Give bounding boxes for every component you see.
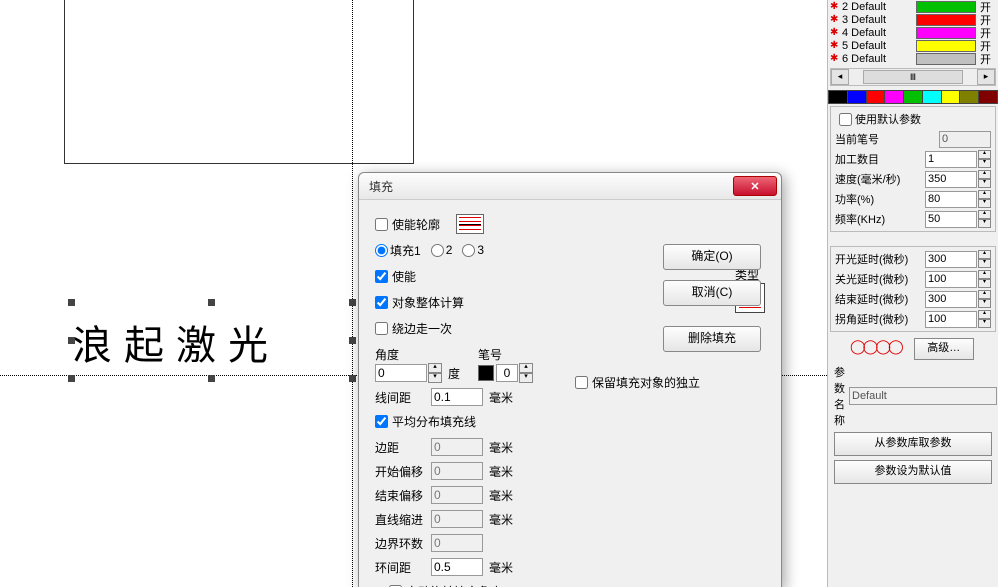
palette-color[interactable] [960, 90, 979, 104]
palette-color[interactable] [904, 90, 923, 104]
palette-color[interactable] [828, 90, 848, 104]
pen-label: 笔号 [478, 346, 533, 363]
layer-row[interactable]: ✱4 Default开 [828, 26, 998, 39]
use-default-checkbox[interactable] [839, 113, 852, 126]
palette-color[interactable] [867, 90, 886, 104]
delete-fill-button[interactable]: 删除填充 [663, 326, 761, 352]
palette-color[interactable] [942, 90, 961, 104]
fill3-radio[interactable] [462, 244, 475, 257]
freq-input[interactable] [925, 211, 977, 228]
angle-down[interactable]: ▾ [428, 373, 442, 383]
set-as-default-button[interactable]: 参数设为默认值 [834, 460, 992, 484]
handle-top-right[interactable] [349, 299, 356, 306]
margin-input [431, 438, 483, 456]
layer-star-icon: ✱ [830, 1, 842, 12]
scroll-thumb[interactable]: Ⅲ [863, 70, 963, 84]
layer-color-swatch[interactable] [916, 14, 976, 26]
around-once-checkbox[interactable] [375, 322, 388, 335]
layer-row[interactable]: ✱3 Default开 [828, 13, 998, 26]
pen-down[interactable]: ▾ [519, 373, 533, 383]
angle-up[interactable]: ▴ [428, 363, 442, 373]
layer-star-icon: ✱ [830, 27, 842, 38]
dialog-titlebar[interactable]: 填充 ✕ [359, 173, 781, 200]
artboard-rect [64, 0, 414, 164]
off-delay-input[interactable] [925, 271, 977, 288]
angle-label: 角度 [375, 346, 460, 363]
selection-box[interactable] [72, 303, 352, 378]
cancel-button[interactable]: 取消(C) [663, 280, 761, 306]
layer-row[interactable]: ✱6 Default开 [828, 52, 998, 65]
handle-bot-right[interactable] [349, 375, 356, 382]
pen-number[interactable]: 0 [496, 364, 518, 382]
palette-color[interactable] [848, 90, 867, 104]
layer-scrollbar[interactable]: ◂ Ⅲ ▸ [830, 68, 996, 86]
guide-vertical [352, 0, 353, 587]
enable-checkbox[interactable] [375, 270, 388, 283]
layer-star-icon: ✱ [830, 53, 842, 64]
close-button[interactable]: ✕ [733, 176, 777, 196]
handle-top-mid[interactable] [208, 299, 215, 306]
layer-color-swatch[interactable] [916, 40, 976, 52]
handle-mid-left[interactable] [68, 337, 75, 344]
scroll-left[interactable]: ◂ [831, 69, 849, 85]
keep-independent-checkbox[interactable] [575, 376, 588, 389]
load-from-library-button[interactable]: 从参数库取参数 [834, 432, 992, 456]
loop-spacing-input[interactable] [431, 558, 483, 576]
start-offset-input [431, 462, 483, 480]
layer-row[interactable]: ✱5 Default开 [828, 39, 998, 52]
rings-icon: ◯◯◯◯ [850, 338, 901, 355]
layer-color-swatch[interactable] [916, 27, 976, 39]
pen-color-swatch [478, 365, 494, 381]
layer-color-swatch[interactable] [916, 1, 976, 13]
enable-contour-label: 使能轮廓 [392, 216, 440, 233]
pen-up[interactable]: ▴ [519, 363, 533, 373]
dialog-title: 填充 [369, 178, 733, 195]
hatch-dialog: 填充 ✕ 使能轮廓 填充1 2 3 使能 对象整体计算 绕边走一次 类型 [358, 172, 782, 587]
layer-row[interactable]: ✱2 Default开 [828, 0, 998, 13]
speed-input[interactable] [925, 171, 977, 188]
on-delay-input[interactable] [925, 251, 977, 268]
ok-button[interactable]: 确定(O) [663, 244, 761, 270]
current-pen-input [939, 131, 991, 148]
fill1-radio[interactable] [375, 244, 388, 257]
line-spacing-input[interactable] [431, 388, 483, 406]
layer-color-swatch[interactable] [916, 53, 976, 65]
color-palette[interactable] [828, 90, 998, 104]
handle-mid-right[interactable] [349, 337, 356, 344]
angle-input[interactable] [375, 364, 427, 382]
end-offset-input [431, 486, 483, 504]
boundary-loops-input [431, 534, 483, 552]
line-indent-input [431, 510, 483, 528]
proc-count-input[interactable] [925, 151, 977, 168]
palette-color[interactable] [979, 90, 998, 104]
palette-color[interactable] [923, 90, 942, 104]
layer-list[interactable]: ✱2 Default开✱3 Default开✱4 Default开✱5 Defa… [828, 0, 998, 66]
param-name-input [849, 387, 997, 405]
handle-top-left[interactable] [68, 299, 75, 306]
layer-star-icon: ✱ [830, 40, 842, 51]
avg-distribute-checkbox[interactable] [375, 415, 388, 428]
enable-contour-checkbox[interactable] [375, 218, 388, 231]
handle-bot-left[interactable] [68, 375, 75, 382]
handle-bot-mid[interactable] [208, 375, 215, 382]
power-input[interactable] [925, 191, 977, 208]
fill2-radio[interactable] [431, 244, 444, 257]
palette-color[interactable] [885, 90, 904, 104]
scroll-right[interactable]: ▸ [977, 69, 995, 85]
contour-hatch-icon[interactable] [456, 214, 484, 234]
advanced-button[interactable]: 高级… [914, 338, 974, 360]
calc-whole-checkbox[interactable] [375, 296, 388, 309]
parameter-panel: ✱2 Default开✱3 Default开✱4 Default开✱5 Defa… [827, 0, 998, 587]
end-delay-input[interactable] [925, 291, 977, 308]
corner-delay-input[interactable] [925, 311, 977, 328]
layer-star-icon: ✱ [830, 14, 842, 25]
